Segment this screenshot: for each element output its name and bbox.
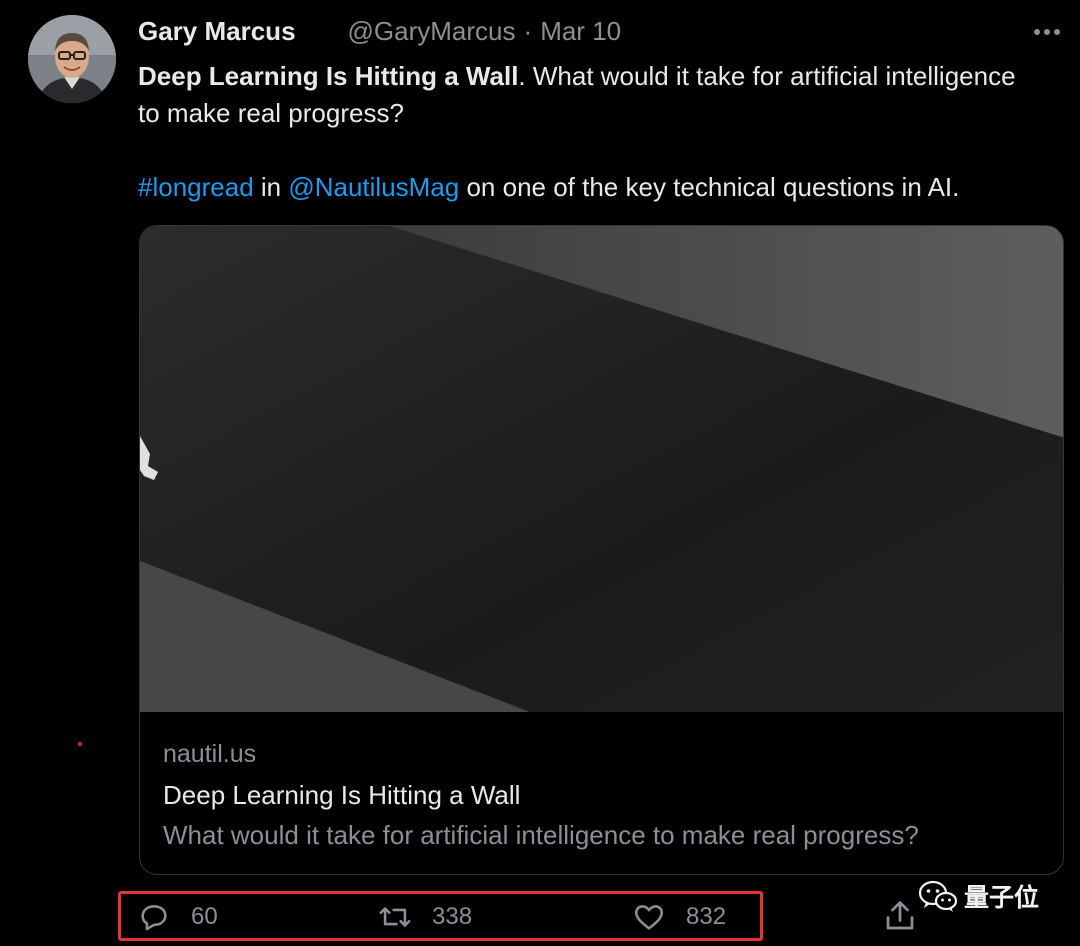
watermark: 量子位 [918,878,1039,914]
avatar[interactable] [28,15,116,103]
red-dot-marker [78,742,82,746]
heart-icon [634,905,664,930]
share-icon[interactable] [882,898,918,934]
reply-count: 60 [191,903,218,930]
like-count: 832 [686,903,727,930]
tweet-date[interactable]: Mar 10 [540,16,621,47]
retweet-button[interactable]: 338 [378,897,472,937]
tweet-text-in: in [253,172,289,202]
tweet-text-line2: #longread in @NautilusMag on one of the … [138,169,1038,206]
hashtag-link[interactable]: #longread [138,172,254,202]
reply-icon [141,905,167,931]
watermark-text: 量子位 [964,884,1040,912]
tweet-text-tail: on one of the key technical questions in… [459,172,960,202]
reply-button[interactable]: 60 [137,897,218,937]
card-title: Deep Learning Is Hitting a Wall [163,780,521,810]
more-icon[interactable] [1032,22,1062,42]
tweet-body: Deep Learning Is Hitting a Wall. What wo… [138,58,1038,206]
author-handle[interactable]: @GaryMarcus [348,16,516,47]
card-domain: nautil.us [163,740,257,768]
wechat-icon [918,880,958,912]
link-card[interactable]: nautil.us Deep Learning Is Hitting a Wal… [139,225,1064,875]
separator-dot: · [523,16,533,46]
card-image [140,226,1063,712]
mention-link[interactable]: @NautilusMag [288,172,459,202]
retweet-count: 338 [432,903,473,930]
tweet-header: Gary Marcus @GaryMarcus · Mar 10 [138,16,621,52]
like-button[interactable]: 832 [632,897,726,937]
avatar-image [28,15,116,103]
card-description: What would it take for artificial intell… [163,820,919,850]
tweet-text-bold: Deep Learning Is Hitting a Wall [138,61,519,91]
author-name[interactable]: Gary Marcus [138,16,296,47]
tweet-text-line1: Deep Learning Is Hitting a Wall. What wo… [138,58,1038,132]
retweet-icon [379,907,411,927]
